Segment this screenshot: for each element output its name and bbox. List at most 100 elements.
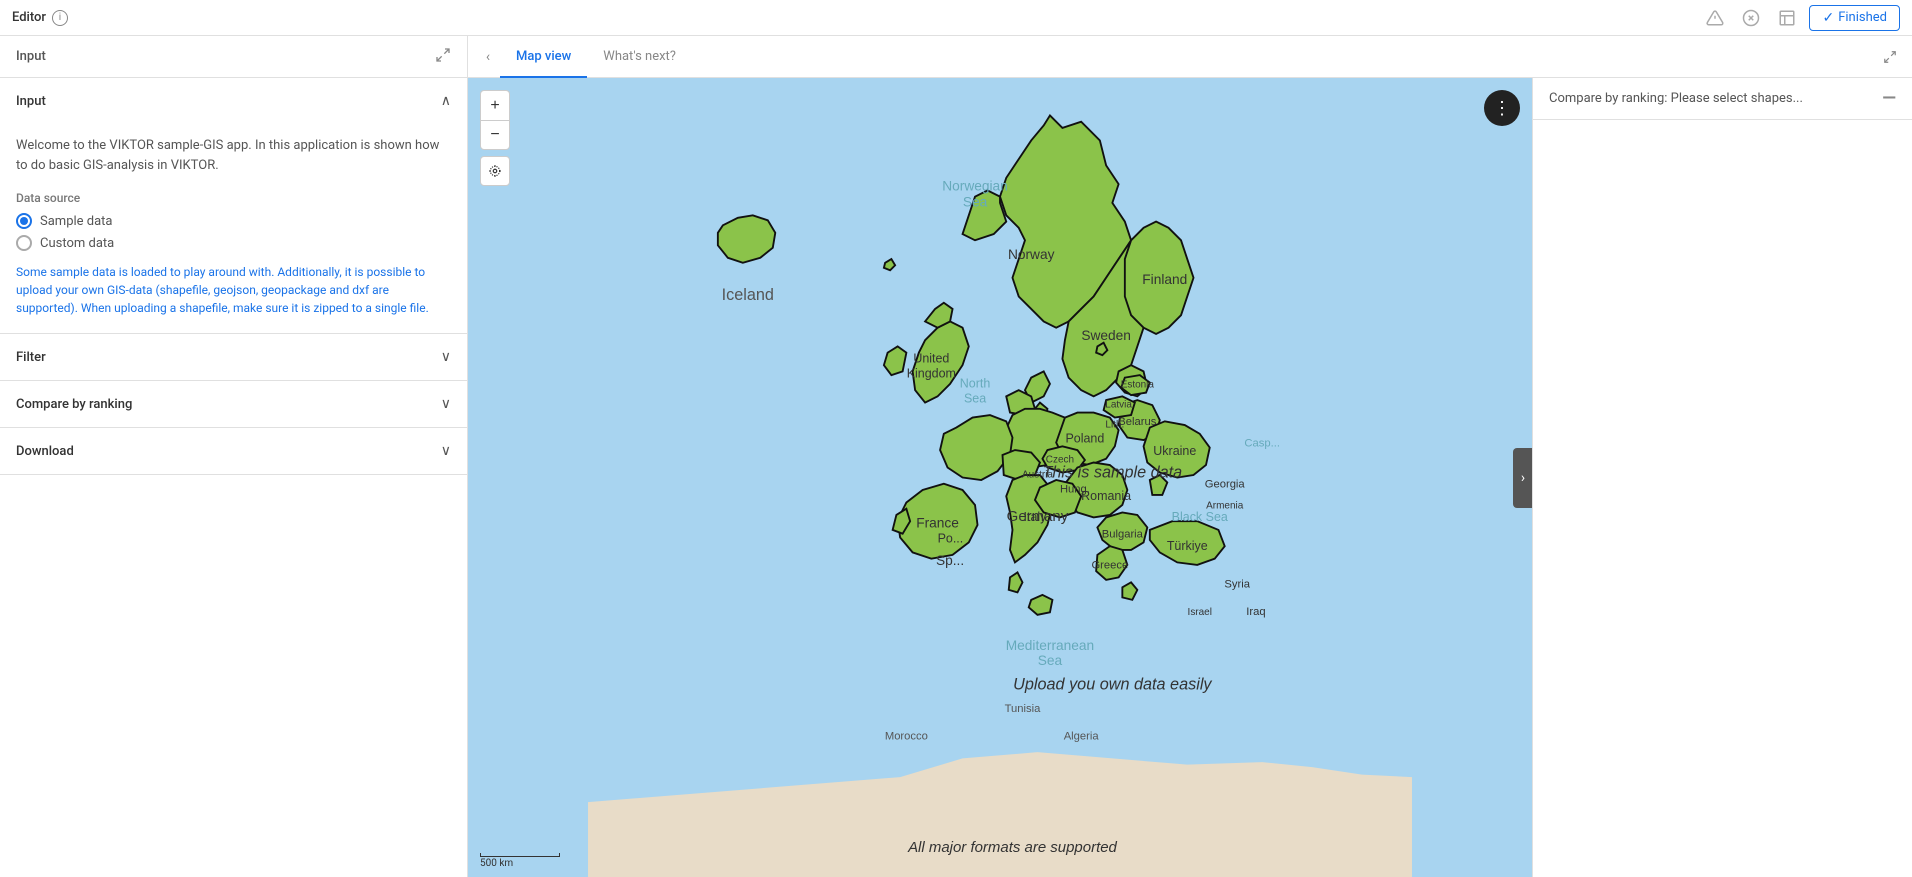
portugal-label: Po... (938, 531, 964, 545)
window-icon[interactable] (1773, 4, 1801, 32)
tab-bar: ‹ Map view What's next? (468, 36, 1912, 78)
sample-data-radio-circle (16, 213, 32, 229)
input-section-header[interactable]: Input ∧ (0, 78, 467, 124)
sample-data-radio[interactable]: Sample data (16, 213, 451, 229)
panel-content: Input ∧ Welcome to the VIKTOR sample-GIS… (0, 78, 467, 877)
map-more-button[interactable]: ⋮ (1484, 90, 1520, 126)
svg-text:Norway: Norway (1008, 247, 1055, 262)
filter-section-title: Filter (16, 350, 46, 365)
warning-icon[interactable] (1701, 4, 1729, 32)
france-label: France (916, 515, 959, 530)
svg-text:Poland: Poland (1065, 432, 1104, 446)
scale-line (480, 853, 560, 857)
north-sea-label: North (960, 377, 991, 391)
tab-expand-icon[interactable] (1876, 43, 1904, 71)
input-section-title: Input (16, 94, 46, 109)
svg-text:Mediterranean: Mediterranean (1006, 638, 1094, 653)
svg-text:Austria: Austria (1022, 470, 1053, 481)
svg-text:Ukraine: Ukraine (1153, 444, 1196, 458)
svg-text:Lith.: Lith. (1105, 420, 1124, 431)
scale-text: 500 km (480, 858, 513, 869)
compare-panel: Compare by ranking: Please select shapes… (1532, 78, 1912, 877)
compare-ranking-section-title: Compare by ranking (16, 397, 132, 412)
top-bar-right: ✓ Finished (1701, 4, 1900, 32)
svg-text:Black Sea: Black Sea (1172, 510, 1228, 524)
compare-ranking-section: Compare by ranking ∨ (0, 381, 467, 428)
norwegian-sea-label: Norwegian (942, 178, 1008, 193)
svg-text:This is sample data: This is sample data (1042, 464, 1182, 482)
custom-data-radio[interactable]: Custom data (16, 235, 451, 251)
svg-text:Greece: Greece (1091, 560, 1128, 572)
svg-text:United: United (913, 352, 949, 366)
svg-text:Italy: Italy (1024, 510, 1048, 524)
svg-text:Sea: Sea (1038, 653, 1063, 668)
tab-map-view[interactable]: Map view (500, 37, 587, 78)
close-circle-icon[interactable] (1737, 4, 1765, 32)
panel-expand-icon[interactable] (435, 47, 451, 67)
download-chevron-icon: ∨ (441, 443, 451, 459)
tab-left-arrow[interactable]: ‹ (476, 45, 500, 69)
welcome-text: Welcome to the VIKTOR sample-GIS app. In… (16, 136, 451, 175)
svg-text:Türkiye: Türkiye (1167, 539, 1208, 553)
tab-whats-next[interactable]: What's next? (587, 37, 692, 78)
custom-data-label: Custom data (40, 236, 114, 251)
panel-header-title: Input (16, 49, 46, 64)
input-section: Input ∧ Welcome to the VIKTOR sample-GIS… (0, 78, 467, 334)
svg-text:Estonia: Estonia (1121, 380, 1155, 391)
svg-text:Casp...: Casp... (1244, 437, 1280, 449)
compare-ranking-chevron-icon: ∨ (441, 396, 451, 412)
panel-header: Input (0, 36, 467, 78)
left-panel: Input Input ∧ Welcome to the VIKTOR samp… (0, 36, 468, 877)
svg-text:Hung.: Hung. (1060, 483, 1090, 495)
europe-map-svg: Germany France Po... Sp... Norway Sweden… (468, 78, 1532, 877)
map-expand-button[interactable]: › (1513, 448, 1532, 508)
map-container[interactable]: Germany France Po... Sp... Norway Sweden… (468, 78, 1532, 877)
svg-text:Tunisia: Tunisia (1005, 703, 1042, 715)
svg-text:All major formats are supporte: All major formats are supported (907, 839, 1117, 856)
filter-chevron-icon: ∨ (441, 349, 451, 365)
svg-text:Syria: Syria (1224, 578, 1250, 590)
editor-title: Editor (12, 10, 46, 25)
svg-text:Iraq: Iraq (1246, 606, 1265, 618)
svg-text:Georgia: Georgia (1205, 478, 1246, 490)
compare-panel-header: Compare by ranking: Please select shapes… (1533, 78, 1912, 120)
input-section-body: Welcome to the VIKTOR sample-GIS app. In… (0, 124, 467, 333)
scale-bar: 500 km (480, 853, 560, 869)
svg-text:Armenia: Armenia (1206, 501, 1244, 512)
norwegian-sea-label2: Sea (963, 195, 988, 210)
svg-text:Kingdom: Kingdom (907, 367, 956, 381)
svg-text:Sweden: Sweden (1081, 328, 1131, 343)
filter-section-header[interactable]: Filter ∨ (0, 334, 467, 380)
svg-text:Czech: Czech (1046, 455, 1074, 466)
zoom-out-button[interactable]: − (480, 120, 510, 150)
spain-label: Sp... (936, 553, 964, 568)
top-bar: Editor i ✓ Finished (0, 0, 1912, 36)
finished-button[interactable]: ✓ Finished (1809, 5, 1900, 31)
compare-collapse-icon[interactable]: — (1882, 88, 1896, 109)
download-section-header[interactable]: Download ∨ (0, 428, 467, 474)
custom-data-radio-circle (16, 235, 32, 251)
svg-text:Morocco: Morocco (885, 731, 928, 743)
svg-text:Iceland: Iceland (722, 286, 774, 304)
top-bar-left: Editor i (12, 10, 68, 26)
zoom-in-button[interactable]: + (480, 90, 510, 120)
filter-section: Filter ∨ (0, 334, 467, 381)
main-layout: Input Input ∧ Welcome to the VIKTOR samp… (0, 36, 1912, 877)
download-section-title: Download (16, 444, 74, 459)
north-sea-label2: Sea (964, 392, 986, 406)
svg-text:Latvia: Latvia (1105, 400, 1132, 411)
info-text: Some sample data is loaded to play aroun… (16, 263, 451, 317)
map-compare-area: Germany France Po... Sp... Norway Sweden… (468, 78, 1912, 877)
download-section: Download ∨ (0, 428, 467, 475)
svg-text:Algeria: Algeria (1064, 731, 1100, 743)
input-chevron-icon: ∧ (441, 93, 451, 109)
svg-text:Israel: Israel (1188, 607, 1212, 618)
right-area: ‹ Map view What's next? (468, 36, 1912, 877)
data-source-label: Data source (16, 191, 451, 205)
svg-text:Bulgaria: Bulgaria (1102, 528, 1144, 540)
locate-button[interactable] (480, 156, 510, 186)
sample-data-label: Sample data (40, 214, 113, 229)
compare-ranking-section-header[interactable]: Compare by ranking ∨ (0, 381, 467, 427)
compare-panel-title: Compare by ranking: Please select shapes… (1549, 91, 1803, 106)
info-icon[interactable]: i (52, 10, 68, 26)
